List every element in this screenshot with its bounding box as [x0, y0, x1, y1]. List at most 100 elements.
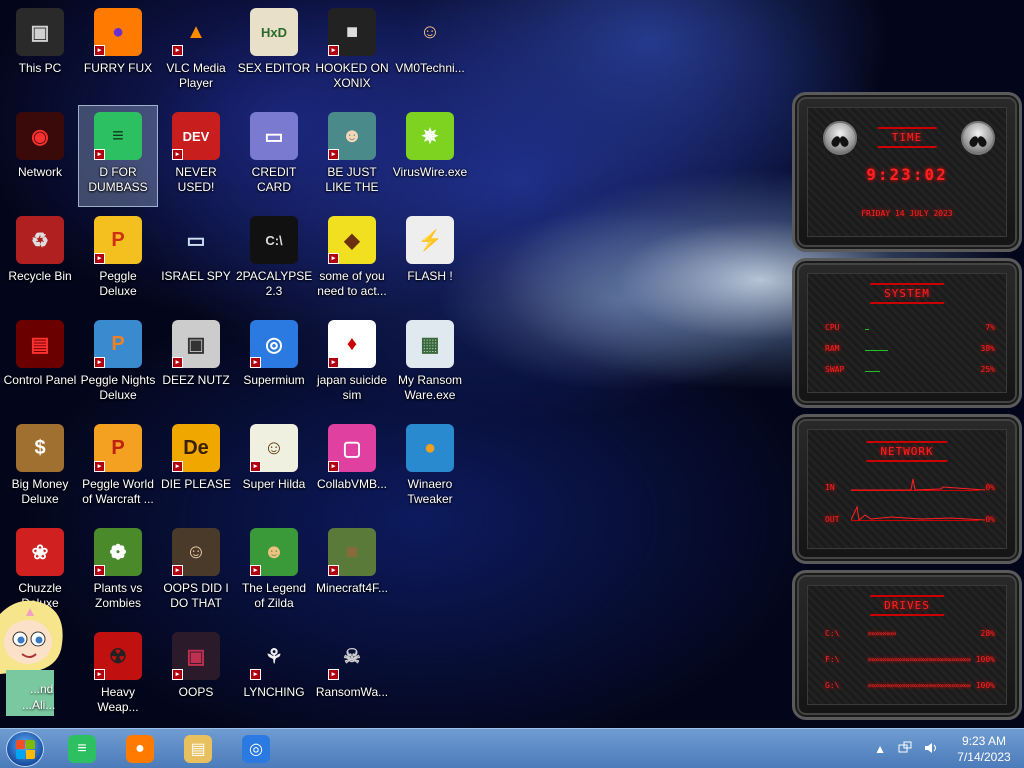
shortcut-arrow-icon: ▸: [94, 45, 105, 56]
network-in-value: 0%: [985, 483, 995, 492]
alien-head-icon: [961, 121, 995, 155]
app-icon: ☠ ▸: [328, 632, 376, 680]
desktop-icon-oops[interactable]: ▣ ▸ OOPS: [157, 626, 235, 726]
drive-label: C:\: [825, 629, 840, 638]
desktop-icon-label: Heavy Weap...: [97, 685, 139, 714]
shortcut-arrow-icon: ▸: [94, 357, 105, 368]
app-icon: ◉: [16, 112, 64, 160]
network-in-graph: [851, 475, 986, 491]
desktop-icon-deez-nutz[interactable]: ▣ ▸ DEEZ NUTZ: [157, 314, 235, 414]
start-button[interactable]: [6, 731, 44, 767]
app-icon: ≡: [68, 735, 96, 763]
taskbar-clock[interactable]: 9:23 AM 7/14/2023: [952, 733, 1016, 765]
desktop-icon-furry-fux[interactable]: ● ▸ FURRY FUX: [79, 2, 157, 102]
desktop-icon-label: Network: [17, 165, 62, 179]
app-icon: ⚘ ▸: [250, 632, 298, 680]
desktop-icon-never-used[interactable]: DEV ▸ NEVER USED!: [157, 106, 235, 206]
shortcut-arrow-icon: ▸: [328, 357, 339, 368]
shortcut-arrow-icon: ▸: [172, 45, 183, 56]
desktop-icon-flash[interactable]: ⚡ FLASH !: [391, 210, 469, 310]
network-tray-icon[interactable]: [898, 741, 912, 758]
desktop-icon-peggle-world-of-warcraft[interactable]: P ▸ Peggle World of Warcraft ...: [79, 418, 157, 518]
desktop-icon-peggle-deluxe[interactable]: P ▸ Peggle Deluxe: [79, 210, 157, 310]
desktop-icon-label: This PC: [18, 61, 62, 75]
app-icon: ☺ ▸: [250, 424, 298, 472]
shortcut-arrow-icon: ▸: [328, 45, 339, 56]
desktop-icon-viruswire-exe[interactable]: ✵ VirusWire.exe: [391, 106, 469, 206]
desktop-icon-supermium[interactable]: ◎ ▸ Supermium: [235, 314, 313, 414]
taskbar-firefox-app[interactable]: ●: [120, 733, 160, 765]
show-hidden-icons-arrow-icon[interactable]: ▲: [874, 742, 886, 756]
desktop-icon-hooked-on-xonix[interactable]: ■ ▸ HOOKED ON XONIX: [313, 2, 391, 102]
desktop-icon-big-money-deluxe[interactable]: $ Big Money Deluxe: [1, 418, 79, 518]
app-icon: ☺: [419, 20, 441, 43]
app-icon: P ▸: [94, 320, 142, 368]
taskbar-supermium-app[interactable]: ◎: [236, 733, 276, 765]
shortcut-arrow-icon: ▸: [328, 461, 339, 472]
app-icon: ▣ ▸: [172, 320, 220, 368]
app-icon: $: [16, 424, 64, 472]
desktop-icon-israel-spy[interactable]: ▭ ISRAEL SPY: [157, 210, 235, 310]
desktop-icon-plants-vs-zombies[interactable]: ❁ ▸ Plants vs Zombies: [79, 522, 157, 622]
desktop-icon-heavy-weap[interactable]: ☢ ▸ Heavy Weap...: [79, 626, 157, 726]
desktop-icon-collabvmb[interactable]: ▢ ▸ CollabVMB...: [313, 418, 391, 518]
desktop-icon-recycle-bin[interactable]: ♻ Recycle Bin: [1, 210, 79, 310]
desktop-icon-label: FLASH !: [407, 269, 453, 283]
cpu-label: CPU: [825, 323, 840, 332]
drive-label: G:\: [825, 681, 840, 690]
app-icon: ▢ ▸: [328, 424, 376, 472]
desktop-icon-die-please[interactable]: De ▸ DIE PLEASE: [157, 418, 235, 518]
gadget-system-panel: SYSTEM CPU 7% RAM 38% SWAP 25%: [792, 258, 1022, 408]
desktop-icon-this-pc[interactable]: ▣ This PC: [1, 2, 79, 102]
gadget-time-title: TIME: [877, 127, 937, 148]
app-icon: ▭: [186, 229, 206, 252]
desktop-icon-lynching[interactable]: ⚘ ▸ LYNCHING: [235, 626, 313, 726]
shortcut-arrow-icon: ▸: [172, 565, 183, 576]
app-icon: ≡ ▸: [94, 112, 142, 160]
desktop-icon-japan-suicide-sim[interactable]: ♦ ▸ japan suicide sim: [313, 314, 391, 414]
shortcut-arrow-icon: ▸: [250, 461, 261, 472]
desktop-icon-super-hilda[interactable]: ☺ ▸ Super Hilda: [235, 418, 313, 518]
app-icon: ✵: [406, 112, 454, 160]
desktop-icon-label: Plants vs Zombies: [93, 581, 143, 610]
desktop-icon-2pacalypse-2-3[interactable]: C:\ 2PACALYPSE 2.3: [235, 210, 313, 310]
drive-row: C:\ »»»»»»»»»»»»»»»»»»»»»»»»»»»»»»»»»»»»»…: [825, 629, 995, 641]
desktop-icon-label: Peggle World of Warcraft ...: [82, 477, 154, 506]
app-icon: ●: [126, 735, 154, 763]
desktop-icon-label: Supermium: [243, 373, 305, 387]
desktop-icon-minecraft4f[interactable]: ■ ▸ Minecraft4F...: [313, 522, 391, 622]
drive-label: F:\: [825, 655, 840, 664]
app-icon: ♻: [16, 216, 64, 264]
desktop-icon-sex-editor[interactable]: HxD SEX EDITOR: [235, 2, 313, 102]
shortcut-arrow-icon: ▸: [328, 253, 339, 264]
system-monitor-gadget[interactable]: TIME 9:23:02 FRIDAY 14 JULY 2023 SYSTEM …: [792, 92, 1022, 720]
app-icon: De ▸: [172, 424, 220, 472]
app-icon: ● ▸: [94, 8, 142, 56]
desktop-icon-label: Recycle Bin: [8, 269, 72, 283]
desktop-icon-label: VM0Techni...: [395, 61, 465, 75]
shortcut-arrow-icon: ▸: [250, 669, 261, 680]
swap-value: 25%: [980, 365, 995, 374]
desktop-icon-my-ransom-ware-exe[interactable]: ▦ My Ransom Ware.exe: [391, 314, 469, 414]
desktop-icon-vlc-media-player[interactable]: ▲ ▸ VLC Media Player: [157, 2, 235, 102]
desktop-icon-ransomwa[interactable]: ☠ ▸ RansomWa...: [313, 626, 391, 726]
desktop-icon-credit-card-checker[interactable]: ▭ CREDIT CARD CHECKER: [235, 106, 313, 206]
desktop-icon-network[interactable]: ◉ Network: [1, 106, 79, 206]
app-icon: ▣: [16, 8, 64, 56]
desktop-icon-vm0techni[interactable]: ☺ VM0Techni...: [391, 2, 469, 102]
desktop-icon-be-just-like-the-dude[interactable]: ☻▸ BE JUST LIKE THE DUDE!: [313, 106, 391, 206]
desktop-icon-oops-did-i-do-that[interactable]: ☺ ▸ OOPS DID I DO THAT: [157, 522, 235, 622]
network-out-value: 0%: [985, 515, 995, 524]
desktop-icon-peggle-nights-deluxe[interactable]: P ▸ Peggle Nights Deluxe: [79, 314, 157, 414]
desktop-icon-control-panel[interactable]: ▤ Control Panel: [1, 314, 79, 414]
app-icon: P ▸: [94, 424, 142, 472]
desktop-icon-label: DEEZ NUTZ: [162, 373, 230, 387]
desktop-icon-label: DIE PLEASE: [160, 477, 232, 491]
volume-icon[interactable]: [924, 741, 938, 758]
desktop-icon-some-of-you-need-to-act[interactable]: ◆ ▸ some of you need to act...: [313, 210, 391, 310]
desktop-icon-winaero-tweaker[interactable]: ● Winaero Tweaker: [391, 418, 469, 518]
desktop-icon-d-for-dumbass[interactable]: ≡ ▸ D FOR DUMBASS: [78, 105, 158, 207]
taskbar-spotify-app[interactable]: ≡: [62, 733, 102, 765]
desktop-icon-the-legend-of-zilda[interactable]: ☻ ▸ The Legend of Zilda: [235, 522, 313, 622]
taskbar-explorer-app[interactable]: ▤: [178, 733, 218, 765]
